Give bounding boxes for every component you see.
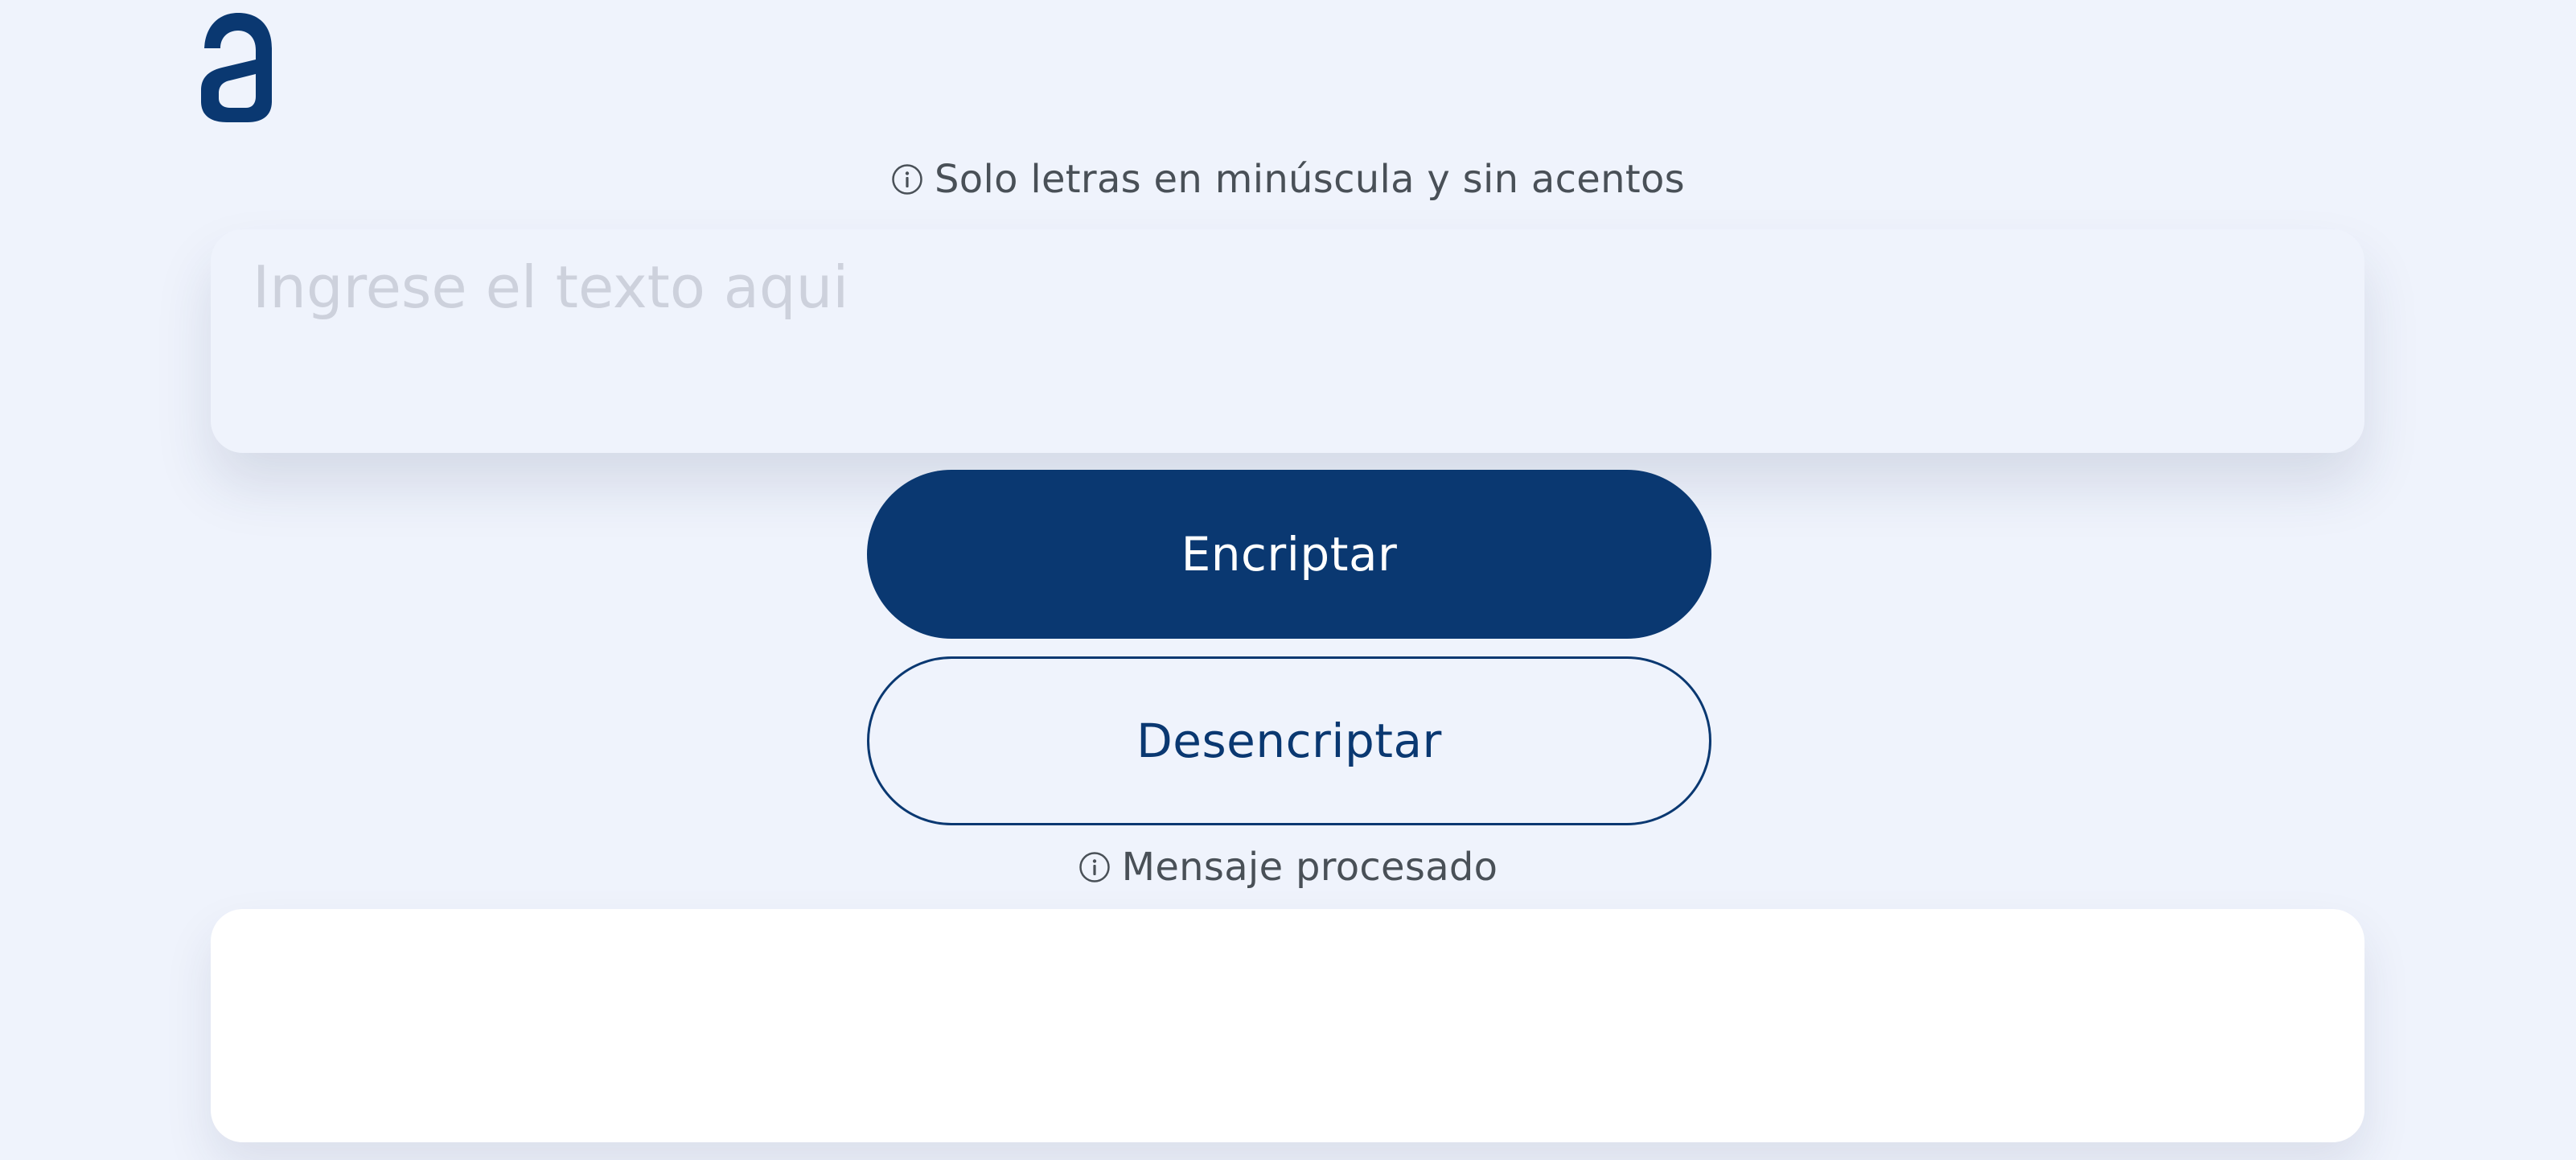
decrypt-button-label: Desencriptar <box>1136 714 1442 768</box>
output-label-text: Mensaje procesado <box>1121 845 1498 890</box>
text-input[interactable] <box>211 229 2364 453</box>
input-hint-text: Solo letras en minúscula y sin acentos <box>935 157 1685 202</box>
output-label: Mensaje procesado <box>0 843 2576 891</box>
input-card <box>211 229 2364 453</box>
decrypt-button[interactable]: Desencriptar <box>867 656 1711 825</box>
logo-icon <box>201 13 272 122</box>
encrypt-button[interactable]: Encriptar <box>867 470 1711 639</box>
info-icon <box>1078 852 1110 882</box>
input-hint: Solo letras en minúscula y sin acentos <box>0 155 2576 204</box>
encrypt-button-label: Encriptar <box>1181 527 1398 582</box>
output-area[interactable] <box>211 909 2364 1142</box>
info-icon <box>892 164 922 195</box>
